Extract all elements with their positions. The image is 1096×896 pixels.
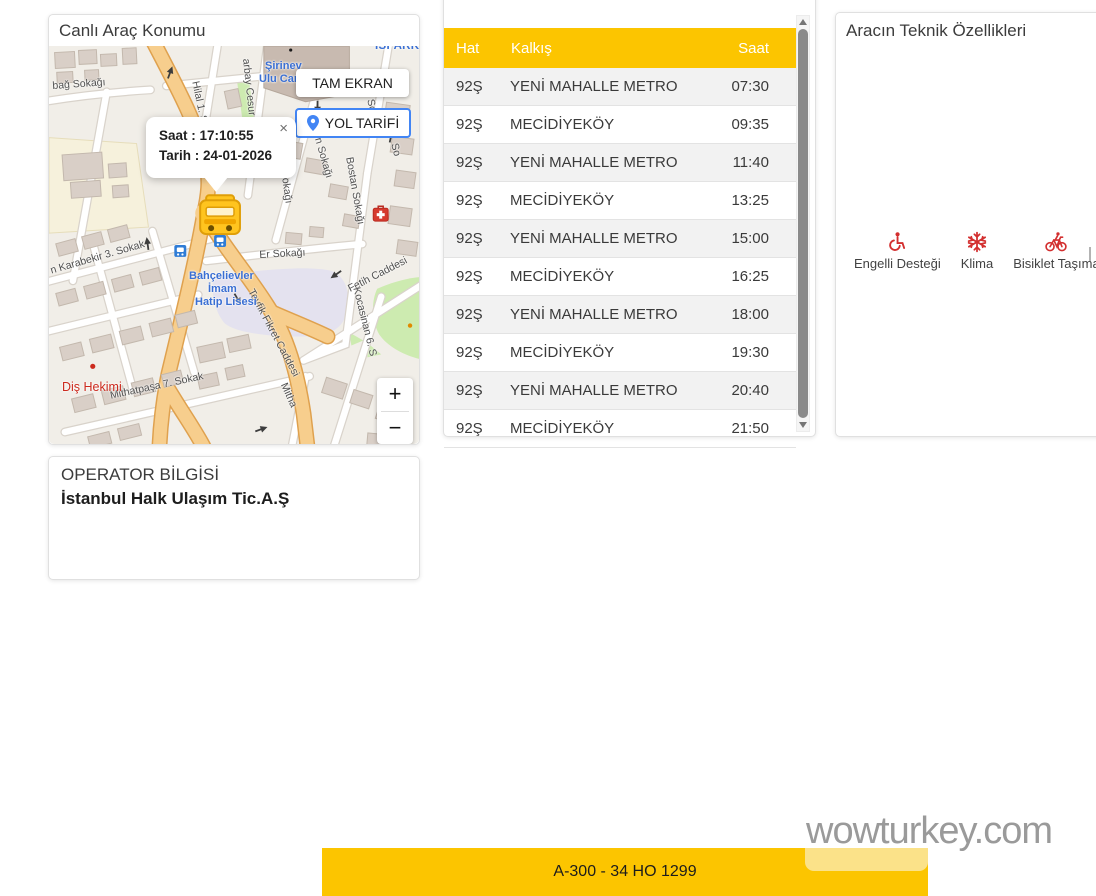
trip-cell: YENİ MAHALLE METRO — [510, 296, 698, 334]
scroll-down-button[interactable] — [797, 419, 809, 431]
feature-bicycle: Bisiklet Taşıma — [1013, 231, 1096, 271]
operator-card: OPERATOR BİLGİSİ İstanbul Halk Ulaşım Ti… — [48, 456, 420, 580]
vehicle-tab-header[interactable]: A-300 - 34 HO 1299 — [322, 848, 928, 896]
trip-cell: MECİDİYEKÖY — [510, 334, 698, 372]
trip-cell: 92Ş — [444, 296, 510, 334]
trip-cell: 21:50 — [698, 410, 796, 448]
popup-close-icon[interactable]: × — [279, 121, 288, 136]
feature-klima: Klima — [961, 231, 994, 271]
trip-cell: YENİ MAHALLE METRO — [510, 144, 698, 182]
trip-cell: YENİ MAHALLE METRO — [510, 372, 698, 410]
trip-cell: YENİ MAHALLE METRO — [510, 220, 698, 258]
trip-cell: 18:00 — [698, 296, 796, 334]
location-pin-icon — [307, 115, 319, 131]
trip-cell: MECİDİYEKÖY — [510, 410, 698, 448]
trip-cell: YENİ MAHALLE METRO — [510, 68, 698, 106]
watermark: wowturkey.com — [806, 810, 1052, 853]
trip-row: 92ŞYENİ MAHALLE METRO15:00 — [444, 220, 796, 258]
poi-dot-red — [90, 364, 95, 369]
map-zoom-control: + − — [377, 378, 413, 444]
live-location-card: Canlı Araç Konumu — [48, 14, 420, 445]
trip-cell: 92Ş — [444, 372, 510, 410]
scroll-up-button[interactable] — [797, 16, 809, 28]
trip-cell: 92Ş — [444, 334, 510, 372]
trip-row: 92ŞMECİDİYEKÖY21:50 — [444, 410, 796, 448]
feature-wheelchair: Engelli Desteği — [854, 231, 941, 271]
trip-row: 92ŞMECİDİYEKÖY13:25 — [444, 182, 796, 220]
trip-cell: 11:40 — [698, 144, 796, 182]
trip-cell: 92Ş — [444, 220, 510, 258]
trip-cell: 92Ş — [444, 182, 510, 220]
bus-stop-icon — [174, 245, 186, 257]
vehicle-bus-icon[interactable] — [200, 195, 240, 234]
trips-card: Aracın Seferleri Hat Kalkış Saat 92ŞYENİ… — [443, 0, 816, 437]
trip-cell: 92Ş — [444, 258, 510, 296]
trip-cell: MECİDİYEKÖY — [510, 106, 698, 144]
scrollbar[interactable] — [796, 15, 810, 432]
trip-cell: 07:30 — [698, 68, 796, 106]
popup-tail — [204, 177, 228, 192]
scrollbar-thumb[interactable] — [798, 29, 808, 418]
map-card-title: Canlı Araç Konumu — [49, 15, 419, 46]
trip-cell: 16:25 — [698, 258, 796, 296]
trip-cell: 15:00 — [698, 220, 796, 258]
tech-card-title: Aracın Teknik Özellikleri — [836, 13, 1096, 41]
map-street-label: Er Sokağı — [259, 247, 306, 261]
directions-button-label: YOL TARİFİ — [325, 115, 399, 131]
trip-cell: 92Ş — [444, 144, 510, 182]
trip-row: 92ŞYENİ MAHALLE METRO11:40 — [444, 144, 796, 182]
map-poi-label: İmam — [208, 283, 237, 295]
col-header-saat: Saat — [698, 28, 796, 68]
wheelchair-icon — [886, 231, 908, 253]
fullscreen-button[interactable]: TAM EKRAN — [296, 69, 409, 97]
trip-cell: 13:25 — [698, 182, 796, 220]
trip-cell: MECİDİYEKÖY — [510, 258, 698, 296]
bus-stop-icon — [214, 235, 226, 247]
map-poi-label: Diş Hekimi — [62, 380, 122, 394]
trip-row: 92ŞMECİDİYEKÖY16:25 — [444, 258, 796, 296]
snowflake-icon — [966, 231, 988, 253]
map-poi-label: İSPARK — [375, 46, 419, 52]
trip-cell: 92Ş — [444, 68, 510, 106]
col-header-hat: Hat — [444, 28, 510, 68]
feature-label: Engelli Desteği — [854, 256, 941, 271]
directions-button[interactable]: YOL TARİFİ — [295, 108, 411, 138]
operator-company-name: İstanbul Halk Ulaşım Tic.A.Ş — [61, 489, 407, 509]
trip-row: 92ŞMECİDİYEKÖY19:30 — [444, 334, 796, 372]
trip-cell: 20:40 — [698, 372, 796, 410]
trip-cell: 09:35 — [698, 106, 796, 144]
operator-card-title: OPERATOR BİLGİSİ — [61, 465, 407, 485]
trip-cell: 92Ş — [444, 106, 510, 144]
col-header-kalkis: Kalkış — [510, 28, 698, 68]
trip-cell: 92Ş — [444, 410, 510, 448]
trips-table: Hat Kalkış Saat 92ŞYENİ MAHALLE METRO07:… — [444, 28, 796, 448]
map-poi-label: Hatip Lisesi — [195, 296, 257, 308]
trip-cell: MECİDİYEKÖY — [510, 182, 698, 220]
popup-date-label: Tarih : 24-01-2026 — [159, 148, 272, 163]
feature-label: Bisiklet Taşıma — [1013, 256, 1096, 271]
hospital-icon — [373, 206, 388, 221]
zoom-in-button[interactable]: + — [377, 378, 413, 411]
feature-list: Engelli Desteği Klima — [854, 231, 1096, 271]
map-canvas[interactable]: bağ SokağıDereboyuHilal 1. Sokakarbay Ce… — [49, 46, 419, 444]
cut-off-label-fragment — [1089, 247, 1091, 261]
trips-header-row: Hat Kalkış Saat — [444, 28, 796, 68]
tech-specs-card: Aracın Teknik Özellikleri Engelli Desteğ… — [835, 12, 1096, 437]
trips-table-body: 92ŞYENİ MAHALLE METRO07:3092ŞMECİDİYEKÖY… — [444, 68, 796, 448]
map-poi-label: Bahçelievler — [189, 270, 254, 282]
vehicle-info-popup: Saat : 17:10:55 Tarih : 24-01-2026 × — [146, 117, 296, 178]
poi-dot-orange — [408, 323, 412, 327]
trip-row: 92ŞYENİ MAHALLE METRO07:30 — [444, 68, 796, 106]
trip-cell: 19:30 — [698, 334, 796, 372]
trip-row: 92ŞYENİ MAHALLE METRO18:00 — [444, 296, 796, 334]
trip-row: 92ŞYENİ MAHALLE METRO20:40 — [444, 372, 796, 410]
bicycle-icon — [1045, 231, 1067, 253]
popup-time-label: Saat : 17:10:55 — [159, 128, 254, 143]
trip-row: 92ŞMECİDİYEKÖY09:35 — [444, 106, 796, 144]
zoom-out-button[interactable]: − — [377, 412, 413, 445]
vehicle-id-label: A-300 - 34 HO 1299 — [553, 863, 696, 881]
feature-label: Klima — [961, 256, 994, 271]
